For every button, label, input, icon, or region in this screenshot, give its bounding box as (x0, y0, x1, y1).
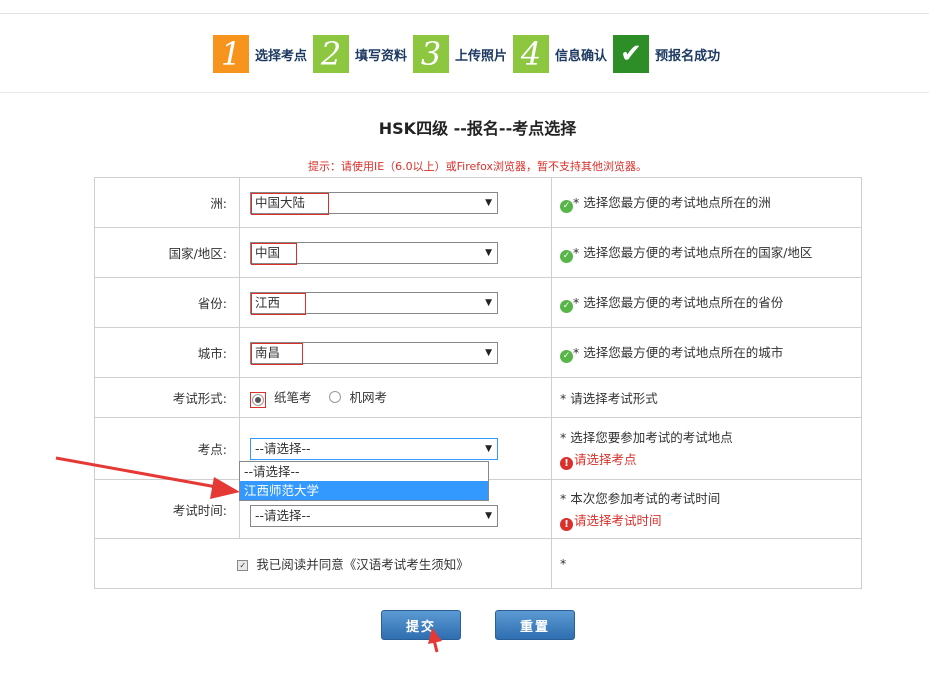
city-hint: * 选择您最方便的考试地点所在的城市 (573, 345, 784, 360)
test-center-select[interactable]: --请选择-- ▼ (250, 437, 498, 460)
form-row-country: 国家/地区: 中国 ▼ ✓ * 选择您最方便的考试地点所在的国家/地区 (94, 227, 862, 278)
exam-time-error: 请选择考试时间 (574, 512, 662, 528)
step-5: ✔ 预报名成功 (613, 35, 726, 73)
test-center-error: 请选择考点 (574, 452, 637, 467)
exam-time-value: --请选择-- (255, 508, 311, 523)
dropdown-arrow-icon: ▼ (485, 347, 492, 358)
checkmark-icon: ✔ (613, 35, 650, 73)
submit-button[interactable]: 提交 (381, 610, 461, 640)
continent-select[interactable]: 中国大陆 ▼ (250, 191, 498, 215)
browser-notice: 提示：请使用IE（6.0以上）或Firefox浏览器，暂不支持其他浏览器。 (307, 160, 648, 173)
check-circle-icon: ✓ (560, 250, 573, 263)
city-select[interactable]: 南昌 ▼ (250, 341, 498, 365)
step-2: 2 填写资料 (313, 35, 413, 73)
highlight-box (250, 392, 266, 408)
dropdown-option[interactable]: --请选择-- (240, 462, 488, 481)
continent-hint: * 选择您最方便的考试地点所在的洲 (573, 195, 771, 210)
check-circle-icon: ✓ (560, 200, 573, 213)
step-4-number: 4 (513, 35, 550, 73)
error-icon: ! (560, 457, 573, 470)
continent-label: 洲: (94, 177, 240, 228)
city-value: 南昌 (255, 344, 281, 360)
dropdown-arrow-icon: ▼ (485, 197, 492, 208)
form-row-province: 省份: 江西 ▼ ✓ * 选择您最方便的考试地点所在的省份 (94, 277, 862, 328)
check-circle-icon: ✓ (560, 300, 573, 313)
dropdown-arrow-icon: ▼ (485, 511, 492, 521)
dropdown-arrow-icon: ▼ (485, 443, 492, 454)
step-3: 3 上传照片 (413, 35, 513, 73)
test-center-hint: * 选择您要参加考试的考试地点 (560, 430, 733, 445)
progress-steps: 1 选择考点 2 填写资料 3 上传照片 4 信息确认 ✔ 预报名成功 (213, 35, 726, 73)
exam-time-select[interactable]: --请选择-- ▼ (250, 505, 498, 527)
reset-button[interactable]: 重置 (495, 610, 575, 640)
exam-time-hint: * 本次您参加考试的考试时间 (560, 490, 721, 506)
dropdown-arrow-icon: ▼ (485, 297, 492, 308)
online-radio-label[interactable]: 机网考 (349, 390, 387, 405)
step-2-number: 2 (313, 35, 350, 73)
agree-checkbox[interactable]: ✓ (237, 560, 249, 571)
step-1-number: 1 (213, 35, 249, 73)
paper-radio-label[interactable]: 纸笔考 (274, 390, 312, 405)
continent-value: 中国大陆 (255, 194, 306, 210)
exam-time-label: 考试时间: (94, 479, 240, 539)
country-select[interactable]: 中国 ▼ (250, 241, 498, 265)
province-hint: * 选择您最方便的考试地点所在的省份 (573, 295, 784, 310)
test-center-value: --请选择-- (255, 440, 311, 456)
form-row-city: 城市: 南昌 ▼ ✓ * 选择您最方便的考试地点所在的城市 (94, 327, 862, 378)
form-row-agree: ✓ 我已阅读并同意《汉语考试考生须知》 * (94, 538, 862, 589)
country-hint: * 选择您最方便的考试地点所在的国家/地区 (573, 245, 813, 260)
dropdown-option-highlighted[interactable]: 江西师范大学 (240, 481, 488, 500)
step-1: 1 选择考点 (213, 35, 313, 73)
step-3-number: 3 (413, 35, 450, 73)
top-divider (0, 13, 929, 14)
province-label: 省份: (94, 277, 240, 328)
paper-radio[interactable] (252, 394, 264, 406)
test-center-label: 考点: (94, 417, 240, 480)
country-value: 中国 (255, 244, 281, 260)
step-2-label: 填写资料 (355, 48, 408, 64)
error-icon: ! (560, 517, 573, 531)
step-1-label: 选择考点 (255, 48, 308, 64)
dropdown-arrow-icon: ▼ (485, 247, 492, 258)
registration-form: 洲: 中国大陆 ▼ ✓ * 选择您最方便的考试地点所在的洲 国家/地区: 中国 ▼… (94, 177, 862, 589)
province-select[interactable]: 江西 ▼ (250, 291, 498, 315)
exam-form-label: 考试形式: (94, 377, 240, 418)
country-label: 国家/地区: (94, 227, 240, 278)
step-4: 4 信息确认 (513, 35, 613, 73)
check-circle-icon: ✓ (560, 350, 573, 363)
exam-form-hint: * 请选择考试形式 (551, 377, 862, 418)
online-radio[interactable] (329, 391, 342, 403)
form-row-continent: 洲: 中国大陆 ▼ ✓ * 选择您最方便的考试地点所在的洲 (94, 177, 862, 228)
test-center-dropdown-list: --请选择-- 江西师范大学 (239, 461, 489, 501)
city-label: 城市: (94, 327, 240, 378)
form-row-exam-form: 考试形式: 纸笔考 机网考 * 请选择考试形式 (94, 377, 862, 418)
province-value: 江西 (255, 294, 281, 310)
header-divider (0, 92, 929, 93)
agree-label[interactable]: 我已阅读并同意《汉语考试考生须知》 (256, 557, 469, 572)
page-title: HSK四级 --报名--考点选择 (378, 119, 577, 138)
step-3-label: 上传照片 (455, 48, 508, 64)
step-4-label: 信息确认 (555, 48, 608, 64)
agree-hint: * (551, 538, 862, 589)
step-5-label: 预报名成功 (655, 48, 721, 64)
